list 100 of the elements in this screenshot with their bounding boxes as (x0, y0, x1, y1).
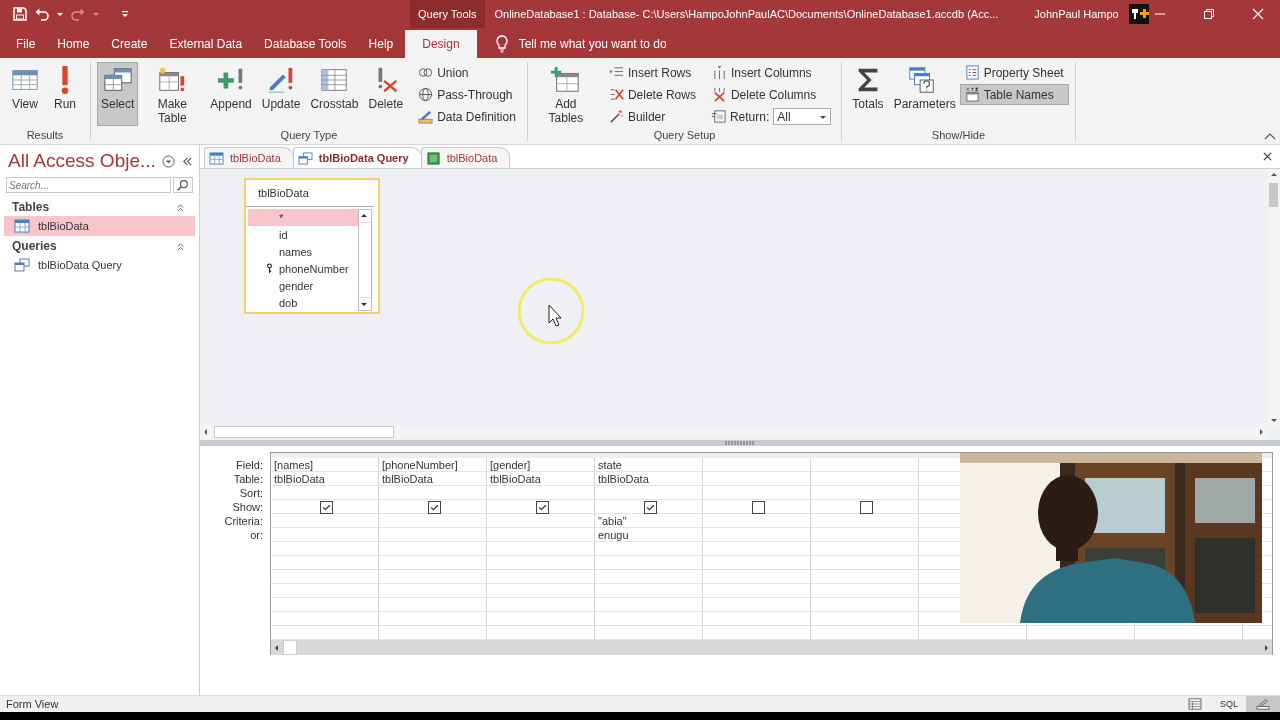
scroll-thumb[interactable] (283, 640, 297, 655)
grid-cell[interactable]: tblBioData (274, 473, 325, 485)
close-icon[interactable] (1263, 152, 1272, 161)
checkbox[interactable] (536, 500, 549, 514)
grid-cell[interactable]: "abia" (598, 515, 627, 527)
ribbon-tab[interactable]: Create (101, 30, 158, 58)
ribbon-tab[interactable]: Design (405, 30, 477, 58)
grid-cell[interactable]: enugu (598, 529, 629, 541)
row-label: Field: (235, 458, 264, 472)
parameters-icon (906, 65, 937, 95)
return-dropdown[interactable]: All (773, 108, 832, 125)
ribbon-button[interactable]: Append (206, 62, 256, 126)
ribbon-tab[interactable]: Database Tools (254, 30, 357, 58)
collapse-group-icon[interactable] (176, 202, 185, 212)
ribbon-button[interactable]: Builder (603, 106, 701, 127)
nav-item[interactable]: tblBioData (4, 216, 195, 236)
checkbox[interactable] (428, 500, 441, 514)
search-icon[interactable] (173, 177, 193, 193)
dropdown-circle-icon[interactable] (161, 154, 175, 168)
scroll-thumb[interactable] (1269, 183, 1278, 207)
delete-columns-icon (711, 87, 727, 102)
nav-group-header[interactable]: Tables (12, 200, 50, 214)
undo-icon[interactable] (34, 6, 50, 22)
ribbon-button[interactable]: Insert Columns (706, 62, 836, 83)
ribbon-button[interactable]: Parameters (889, 62, 954, 126)
grid-cell[interactable]: tblBioData (382, 473, 433, 485)
checkbox[interactable] (644, 500, 657, 514)
field-list-item[interactable]: phoneNumber (248, 260, 358, 277)
ruler-pencil-icon (418, 109, 434, 124)
scroll-thumb[interactable] (214, 426, 394, 438)
design-icon (1256, 698, 1270, 710)
splitter-grip[interactable] (725, 441, 755, 445)
ribbon-button[interactable]: Pass-Through (413, 84, 521, 105)
sql-view-button[interactable]: SQL (1212, 696, 1246, 712)
field-list-window[interactable]: tblBioData * id names phoneNumber gender dob (244, 178, 380, 314)
field-list-item[interactable]: dob (248, 294, 358, 311)
save-icon[interactable] (12, 6, 28, 22)
row-label: or: (249, 528, 264, 542)
nav-pane-title[interactable]: All Access Obje... (8, 150, 156, 172)
grid-cell[interactable]: [gender] (490, 459, 531, 471)
ribbon-button[interactable]: Delete (364, 62, 408, 126)
delete-rows-icon (608, 87, 624, 102)
customize-icon[interactable] (120, 9, 130, 19)
grid-cell[interactable]: tblBioData (598, 473, 649, 485)
ribbon-button[interactable]: Update (257, 62, 305, 126)
grid-cell[interactable]: state (598, 459, 622, 471)
grid-cell[interactable]: tblBioData (490, 473, 541, 485)
scrollbar[interactable] (271, 640, 1272, 655)
collapse-group-icon[interactable] (176, 241, 185, 251)
search-field[interactable]: Search... (6, 177, 171, 193)
globe-icon (418, 87, 434, 102)
document-tab[interactable]: tblBioData (420, 147, 511, 168)
ribbon-button[interactable]: Run (46, 62, 84, 126)
scrollbar[interactable] (1267, 169, 1280, 426)
nav-group-header[interactable]: Queries (12, 239, 57, 253)
field-list-item[interactable]: gender (248, 277, 358, 294)
collapse-ribbon-icon[interactable] (1264, 132, 1276, 140)
row-label: Sort: (238, 486, 264, 500)
nav-item[interactable]: tblBioData Query (4, 255, 195, 275)
scroll-thumb[interactable] (359, 222, 371, 298)
scrollbar[interactable] (358, 209, 372, 311)
document-tab[interactable]: tblBioData (204, 147, 294, 168)
scrollbar[interactable] (200, 426, 1267, 438)
ribbon-tab[interactable]: External Data (159, 30, 253, 58)
table-icon (209, 151, 224, 165)
ribbon-button[interactable]: View (6, 62, 44, 126)
ribbon-button[interactable]: Delete Rows (603, 84, 701, 105)
checkbox[interactable] (752, 500, 765, 514)
ribbon-button[interactable]: Totals (848, 62, 888, 126)
ribbon-button[interactable]: Insert Rows (603, 62, 701, 83)
key-icon (266, 263, 273, 274)
row-label: Table: (232, 472, 264, 486)
ribbon-button[interactable]: Property Sheet (959, 62, 1069, 83)
design-view-button[interactable] (1246, 696, 1280, 712)
ribbon-button[interactable]: Make Table (140, 62, 205, 126)
redo-icon[interactable] (70, 6, 86, 22)
checkbox[interactable] (860, 500, 873, 514)
grid-cell[interactable]: [phoneNumber] (382, 459, 458, 471)
ribbon-tab[interactable]: Home (47, 30, 100, 58)
user-name[interactable]: JohnPaul Hampo (1034, 8, 1119, 20)
ribbon-button[interactable]: Crosstab (306, 62, 363, 126)
ribbon-button[interactable]: Table Names (959, 84, 1069, 105)
tell-me-field[interactable]: Tell me what you want to do (518, 30, 667, 58)
status-text: Form View (5, 698, 59, 710)
ribbon-button[interactable]: Add Tables (533, 62, 598, 126)
document-tab[interactable]: tblBioData Query (292, 147, 422, 168)
ribbon-button[interactable]: Union (413, 62, 521, 83)
field-list-item[interactable]: id (248, 226, 358, 243)
ribbon-tab[interactable]: Help (358, 30, 404, 58)
ribbon-button[interactable]: Delete Columns (706, 84, 836, 105)
restore-icon[interactable] (1203, 8, 1215, 20)
ribbon-button[interactable]: Data Definition (413, 106, 521, 127)
field-list-item[interactable]: * (248, 209, 358, 226)
caret-icon[interactable] (56, 10, 64, 18)
add-table-icon (550, 65, 581, 95)
grid-cell[interactable]: [names] (274, 459, 314, 471)
checkbox[interactable] (320, 500, 333, 514)
ribbon-tab[interactable]: File (6, 30, 46, 58)
ribbon-button[interactable]: Select (97, 62, 139, 126)
field-list-item[interactable]: names (248, 243, 358, 260)
